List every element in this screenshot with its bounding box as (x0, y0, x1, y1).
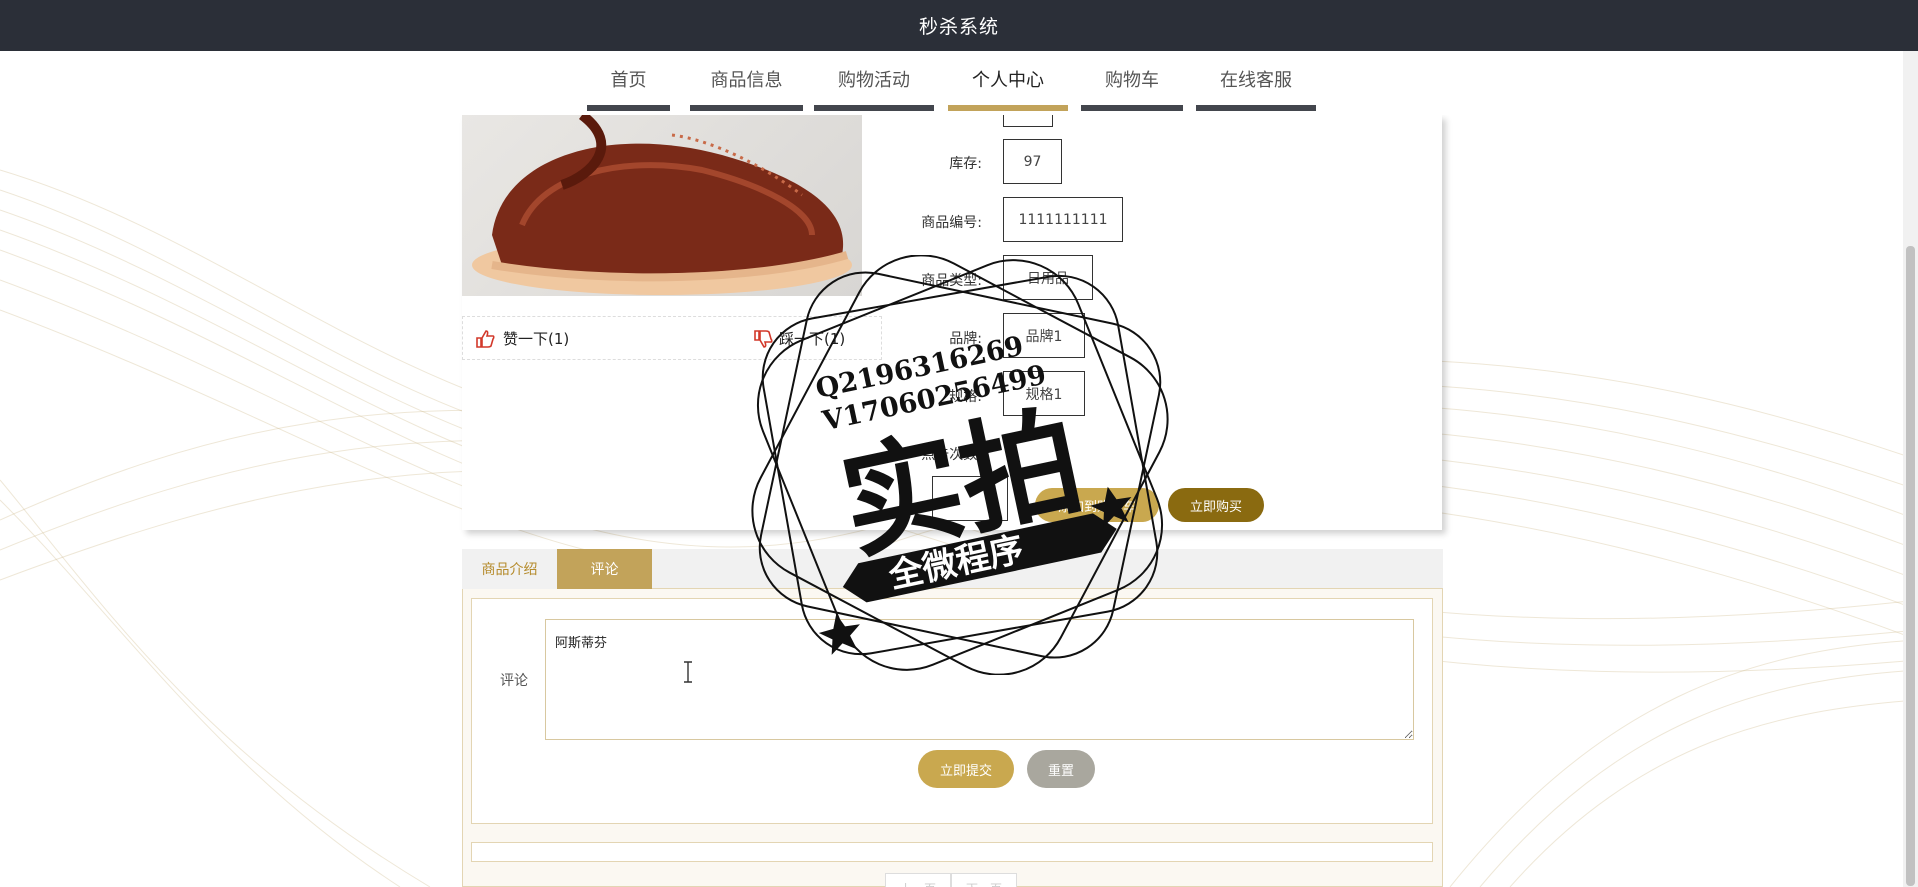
nav-product-info[interactable]: 商品信息 (690, 51, 803, 111)
product-image (462, 115, 862, 296)
dislike-button[interactable]: 踩一下(1) (753, 328, 845, 349)
text-cursor-icon (684, 661, 692, 683)
comment-input[interactable]: 阿斯蒂芬 (545, 619, 1414, 740)
pager-next-button[interactable]: 下一页 (951, 873, 1017, 887)
like-button[interactable]: 赞一下(1) (475, 328, 569, 349)
like-label: 赞一下(1) (503, 330, 570, 348)
scrollbar-thumb[interactable] (1906, 246, 1915, 886)
reset-button[interactable]: 重置 (1027, 750, 1095, 788)
comment-list (471, 842, 1433, 862)
brand-label: 品牌: (949, 331, 982, 347)
product-type-value: 日用品 (1003, 255, 1093, 300)
stock-value: 97 (1003, 139, 1062, 184)
page-scrollbar[interactable] (1903, 51, 1918, 887)
pager-prev-button[interactable]: 上一页 (885, 873, 951, 887)
nav-home[interactable]: 首页 (587, 51, 670, 111)
nav-shopping-cart[interactable]: 购物车 (1081, 51, 1183, 111)
nav-shopping-activity[interactable]: 购物活动 (814, 51, 934, 111)
stock-label: 库存: (949, 156, 982, 172)
nav-personal-center[interactable]: 个人中心 (948, 51, 1068, 111)
main-nav: 首页 商品信息 购物活动 个人中心 购物车 在线客服 (0, 51, 1918, 115)
brand-value: 品牌1 (1003, 313, 1085, 358)
vote-row: 赞一下(1) 踩一下(1) (462, 316, 882, 360)
product-type-label: 商品类型: (921, 273, 982, 289)
app-title-bar: 秒杀系统 (0, 0, 1918, 51)
thumbs-down-icon (754, 329, 773, 348)
buy-now-button[interactable]: 立即购买 (1168, 488, 1264, 522)
app-title: 秒杀系统 (918, 16, 999, 38)
product-code-value: 1111111111 (1003, 197, 1123, 242)
comment-label: 评论 (500, 673, 528, 689)
spec-value: 规格1 (1003, 371, 1085, 416)
click-count-label: 点击次数: (921, 447, 982, 463)
product-code-label: 商品编号: (921, 215, 982, 231)
tab-comments[interactable]: 评论 (557, 549, 652, 589)
nav-online-service[interactable]: 在线客服 (1196, 51, 1316, 111)
submit-comment-button[interactable]: 立即提交 (918, 750, 1014, 788)
quantity-stepper[interactable] (932, 476, 1008, 521)
tab-product-intro[interactable]: 商品介绍 (462, 549, 557, 589)
thumbs-up-icon (476, 329, 495, 348)
field-box-partial (1003, 115, 1053, 127)
dislike-label: 踩一下(1) (779, 330, 846, 348)
add-to-cart-button[interactable]: 添加到购物车 (1035, 488, 1159, 522)
shoe-illustration (472, 115, 852, 295)
spec-label: 规格: (949, 389, 982, 405)
